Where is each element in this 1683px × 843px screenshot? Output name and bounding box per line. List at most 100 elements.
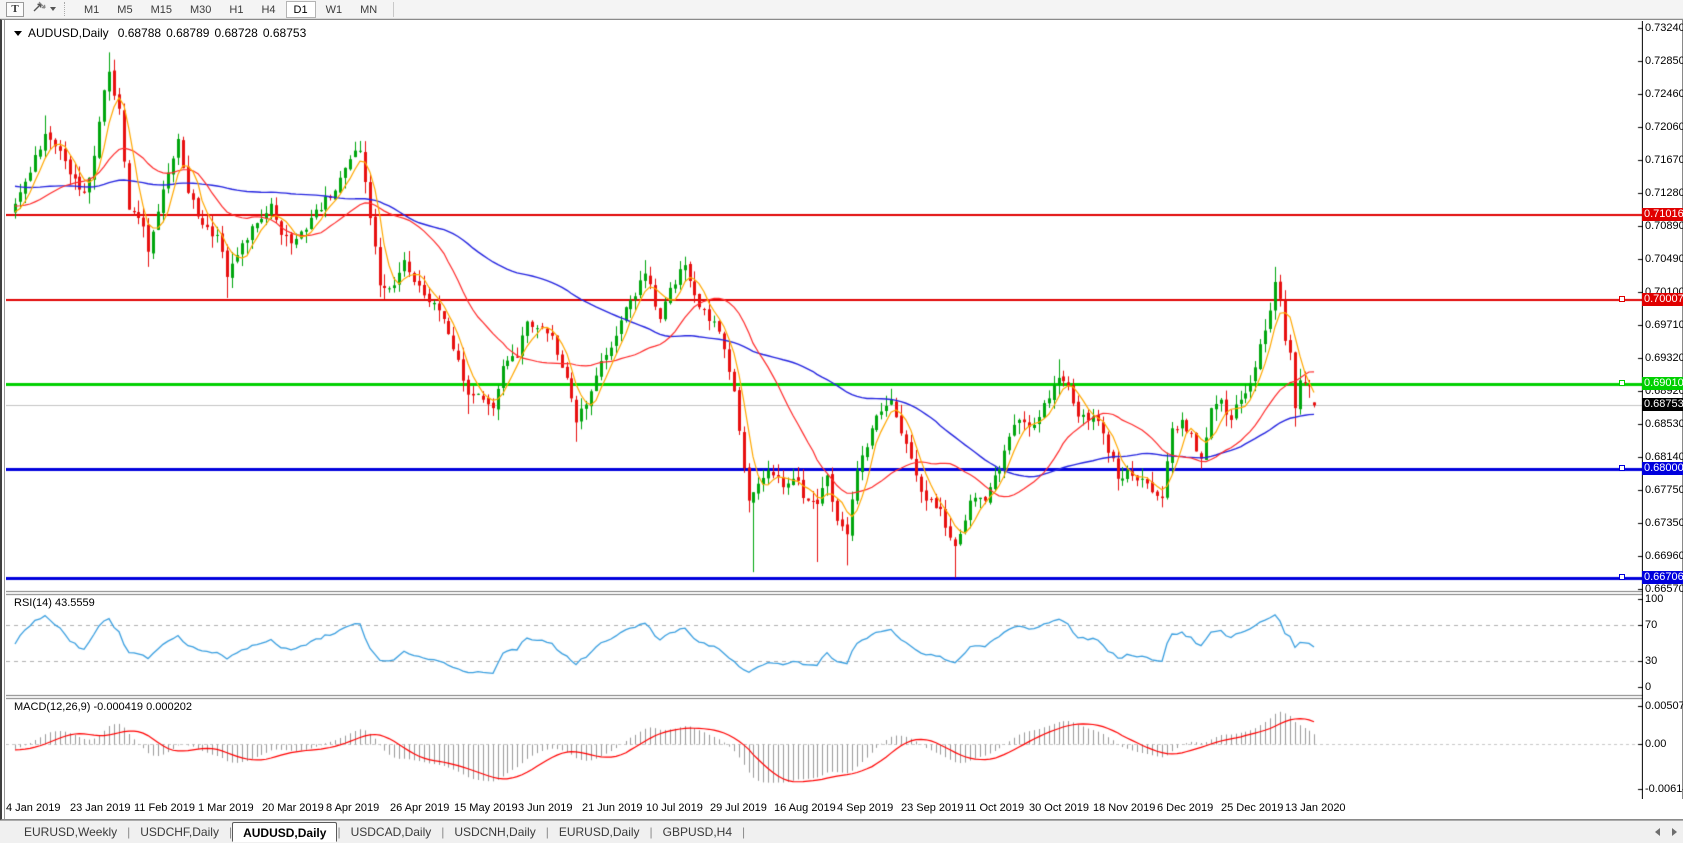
chart-dropdown-icon[interactable]	[14, 31, 22, 36]
quote-low: 0.68728	[214, 26, 257, 40]
price-tick: 0.66960	[1645, 550, 1683, 562]
date-tick-label: 11 Feb 2019	[134, 802, 195, 814]
date-tick-label: 25 Dec 2019	[1221, 802, 1283, 814]
price-axis[interactable]: 0.73240 0.72850 0.72460 0.72060 0.71670 0.712…	[1642, 21, 1681, 799]
timeframe-buttons: M1M5M15M30H1H4D1W1MN	[76, 1, 387, 18]
rsi-tick: 70	[1645, 619, 1657, 631]
hline-price-badge: 0.70007	[1642, 293, 1683, 306]
timeframe-button-d1[interactable]: D1	[286, 1, 316, 18]
tab-eurusd-daily[interactable]: EURUSD,Daily	[549, 822, 650, 842]
tab-usdchf-daily[interactable]: USDCHF,Daily	[130, 822, 229, 842]
bid-price-badge: 0.68753	[1642, 398, 1683, 411]
date-axis: 4 Jan 2019 23 Jan 201911 Feb 20191 Mar 20…	[6, 799, 1683, 819]
date-tick-label: 16 Aug 2019	[774, 802, 836, 814]
rsi-value: 43.5559	[55, 597, 95, 609]
tab-usdcnh-daily[interactable]: USDCNH,Daily	[444, 822, 545, 842]
arrows-tool-button[interactable]	[32, 0, 56, 18]
timeframe-button-mn[interactable]: MN	[352, 1, 385, 18]
price-tick: 0.72060	[1645, 121, 1683, 133]
macd-name: MACD(12,26,9)	[14, 701, 90, 713]
date-tick-label: 4 Jan 2019	[6, 802, 60, 814]
hline-handle[interactable]	[1619, 574, 1625, 580]
hline-price-badge: 0.69010	[1642, 377, 1683, 390]
date-tick-label: 18 Nov 2019	[1093, 802, 1155, 814]
tab-scroll-right-icon[interactable]	[1672, 828, 1677, 836]
rsi-tick: 30	[1645, 655, 1657, 667]
tab-strip: EURUSD,Weekly|USDCHF,Daily|AUDUSD,Daily|…	[14, 822, 745, 842]
tab-scroll-left-icon[interactable]	[1655, 828, 1660, 836]
hline-price-badge: 0.66706	[1642, 571, 1683, 584]
chart-tab-bar: EURUSD,Weekly|USDCHF,Daily|AUDUSD,Daily|…	[0, 820, 1683, 843]
hline-handle[interactable]	[1619, 465, 1625, 471]
date-tick-label: 11 Oct 2019	[965, 802, 1024, 814]
date-tick-label: 21 Jun 2019	[582, 802, 643, 814]
price-tick: 0.69320	[1645, 352, 1683, 364]
timeframe-button-w1[interactable]: W1	[318, 1, 351, 18]
date-tick-label: 30 Oct 2019	[1029, 802, 1089, 814]
timeframe-button-h1[interactable]: H1	[221, 1, 251, 18]
tab-usdcad-daily[interactable]: USDCAD,Daily	[341, 822, 442, 842]
timeframe-button-m5[interactable]: M5	[109, 1, 140, 18]
price-tick: 0.73240	[1645, 22, 1683, 34]
rsi-label: RSI(14) 43.5559	[14, 597, 95, 609]
rsi-name: RSI(14)	[14, 597, 52, 609]
date-tick-label: 26 Apr 2019	[390, 802, 449, 814]
toolbar-grip	[64, 2, 70, 16]
timeframe-button-m15[interactable]: M15	[143, 1, 180, 18]
date-tick-label: 13 Jan 2020	[1285, 802, 1346, 814]
tab-audusd-daily[interactable]: AUDUSD,Daily	[232, 822, 337, 842]
chart-window: AUDUSD,Daily 0.68788 0.68789 0.68728 0.68753…	[0, 19, 1683, 820]
hline-price-badge: 0.71016	[1642, 208, 1683, 221]
price-tick: 0.72850	[1645, 55, 1683, 67]
timeframe-button-h4[interactable]: H4	[253, 1, 283, 18]
date-tick-label: 4 Sep 2019	[837, 802, 893, 814]
date-tick-label: 3 Jun 2019	[518, 802, 572, 814]
tab-eurusd-weekly[interactable]: EURUSD,Weekly	[14, 822, 127, 842]
chart-symbol: AUDUSD,Daily	[28, 26, 109, 40]
price-tick: 0.70490	[1645, 253, 1683, 265]
hline-price-badge: 0.68000	[1642, 462, 1683, 475]
quote-high: 0.68789	[166, 26, 209, 40]
toolbar-separator	[393, 2, 394, 17]
chevron-down-icon	[50, 7, 56, 11]
chart-title: AUDUSD,Daily 0.68788 0.68789 0.68728 0.68753	[14, 26, 306, 40]
text-label-tool-button[interactable]: T	[6, 2, 24, 17]
chart-canvas[interactable]	[6, 21, 1643, 799]
tab-scroll-controls	[1655, 828, 1677, 836]
hline-handle[interactable]	[1619, 296, 1625, 302]
price-tick: 0.67350	[1645, 517, 1683, 529]
price-tick: 0.71670	[1645, 154, 1683, 166]
hline-handle[interactable]	[1619, 380, 1625, 386]
macd-label: MACD(12,26,9) -0.000419 0.000202	[14, 701, 192, 713]
timeframe-button-m1[interactable]: M1	[76, 1, 107, 18]
date-tick-label: 23 Jan 2019	[70, 802, 131, 814]
price-tick: 0.69710	[1645, 319, 1683, 331]
price-tick: 0.67750	[1645, 484, 1683, 496]
price-tick: 0.71280	[1645, 187, 1683, 199]
quote-close: 0.68753	[263, 26, 306, 40]
plot-area: AUDUSD,Daily 0.68788 0.68789 0.68728 0.68753…	[4, 20, 1683, 819]
date-tick-label: 29 Jul 2019	[710, 802, 767, 814]
quote-open: 0.68788	[118, 26, 161, 40]
date-tick-label: 6 Dec 2019	[1157, 802, 1213, 814]
price-tick: 0.68530	[1645, 418, 1683, 430]
arrows-icon	[32, 0, 47, 18]
macd-tick: -0.006148	[1645, 783, 1683, 795]
rsi-tick: 0	[1645, 681, 1651, 693]
date-tick-label: 15 May 2019	[454, 802, 518, 814]
date-tick-label: 10 Jul 2019	[646, 802, 703, 814]
tab-gbpusd-h4[interactable]: GBPUSD,H4	[653, 822, 742, 842]
date-tick-label: 8 Apr 2019	[326, 802, 379, 814]
tab-divider: |	[742, 825, 745, 839]
macd-tick: 0.005076	[1645, 700, 1683, 712]
date-tick-label: 20 Mar 2019	[262, 802, 324, 814]
macd-tick: 0.00	[1645, 738, 1666, 750]
date-tick-label: 1 Mar 2019	[198, 802, 254, 814]
date-tick-label: 23 Sep 2019	[901, 802, 963, 814]
rsi-tick: 100	[1645, 593, 1663, 605]
macd-values: -0.000419 0.000202	[93, 701, 191, 713]
price-tick: 0.72460	[1645, 88, 1683, 100]
timeframe-button-m30[interactable]: M30	[182, 1, 219, 18]
price-tick: 0.70890	[1645, 220, 1683, 232]
top-toolbar: T M1M5M15M30H1H4D1W1MN	[0, 0, 1683, 19]
